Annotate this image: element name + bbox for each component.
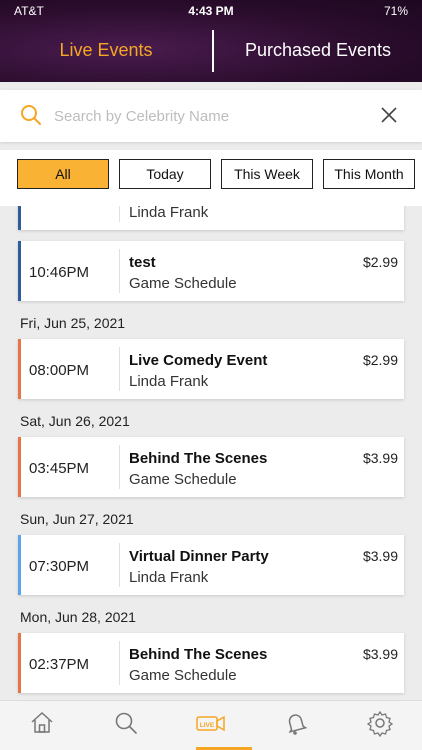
date-header: Fri, Jun 25, 2021	[20, 315, 126, 331]
close-icon[interactable]	[380, 106, 398, 124]
search-icon	[21, 105, 41, 125]
event-price: $3.99	[362, 450, 398, 466]
battery-level: 71%	[383, 4, 408, 18]
filter-all[interactable]: All	[17, 159, 109, 189]
card-separator	[119, 641, 120, 685]
card-separator	[119, 445, 120, 489]
search-input[interactable]	[54, 102, 354, 130]
date-header: Sat, Jun 26, 2021	[20, 413, 130, 429]
event-subtitle: Game Schedule	[129, 471, 237, 488]
event-time: 08:00PM	[29, 362, 90, 379]
event-subtitle: Game Schedule	[129, 275, 237, 292]
event-price: $2.99	[362, 254, 398, 270]
card-separator	[119, 543, 120, 587]
event-time: 07:30PM	[29, 558, 90, 575]
status-bar: AT&T 4:43 PM 71%	[0, 0, 422, 22]
card-separator	[119, 347, 120, 391]
card-accent-bar	[18, 339, 21, 399]
live-icon-label: LIVE	[200, 722, 215, 729]
card-separator	[119, 206, 120, 222]
app-header: AT&T 4:43 PM 71% Live Events Purchased E…	[0, 0, 422, 82]
event-title: Virtual Dinner Party	[129, 548, 269, 565]
event-subtitle: Linda Frank	[129, 373, 209, 390]
gear-icon[interactable]	[366, 709, 394, 737]
event-card[interactable]: 03:45PM Behind The Scenes Game Schedule …	[18, 437, 404, 497]
search-bar	[0, 90, 422, 142]
event-list[interactable]: Linda Frank 10:46PM test Game Schedule $…	[0, 206, 422, 700]
tab-live-events[interactable]: Live Events	[0, 40, 212, 61]
event-price: $3.99	[362, 646, 398, 662]
filter-this-week[interactable]: This Week	[221, 159, 313, 189]
clock: 4:43 PM	[188, 4, 234, 18]
filter-this-month[interactable]: This Month	[323, 159, 415, 189]
event-subtitle: Linda Frank	[129, 569, 209, 586]
event-price: $3.99	[362, 548, 398, 564]
event-tabs: Live Events Purchased Events	[0, 30, 422, 72]
event-time: 02:37PM	[29, 656, 90, 673]
filter-today[interactable]: Today	[119, 159, 211, 189]
event-time: 03:45PM	[29, 460, 90, 477]
card-separator	[119, 249, 120, 293]
event-card[interactable]: 02:37PM Behind The Scenes Game Schedule …	[18, 633, 404, 693]
card-accent-bar	[18, 535, 21, 595]
filter-bar: All Today This Week This Month	[0, 150, 422, 206]
event-price: $2.99	[362, 352, 398, 368]
event-card[interactable]: 08:00PM Live Comedy Event Linda Frank $2…	[18, 339, 404, 399]
search-icon[interactable]	[112, 709, 140, 737]
event-title: Behind The Scenes	[129, 646, 268, 663]
date-header: Mon, Jun 28, 2021	[20, 609, 136, 625]
event-subtitle: Linda Frank	[129, 206, 209, 221]
event-time: 10:46PM	[29, 264, 90, 281]
date-header: Sun, Jun 27, 2021	[20, 511, 134, 527]
bottom-nav: LIVE	[0, 700, 422, 750]
live-icon[interactable]: LIVE	[196, 709, 226, 737]
card-accent-bar	[18, 241, 21, 301]
home-icon[interactable]	[28, 709, 56, 737]
event-card[interactable]: 07:30PM Virtual Dinner Party Linda Frank…	[18, 535, 404, 595]
event-card-partial[interactable]: Linda Frank	[18, 206, 404, 230]
event-title: test	[129, 254, 156, 271]
event-title: Behind The Scenes	[129, 450, 268, 467]
tab-purchased-events[interactable]: Purchased Events	[214, 40, 422, 61]
event-title: Live Comedy Event	[129, 352, 268, 369]
card-accent-bar	[18, 437, 21, 497]
event-card[interactable]: 10:46PM test Game Schedule $2.99	[18, 241, 404, 301]
event-subtitle: Game Schedule	[129, 667, 237, 684]
bell-icon[interactable]	[282, 709, 310, 737]
card-accent-bar	[18, 633, 21, 693]
card-accent-bar	[18, 206, 21, 230]
